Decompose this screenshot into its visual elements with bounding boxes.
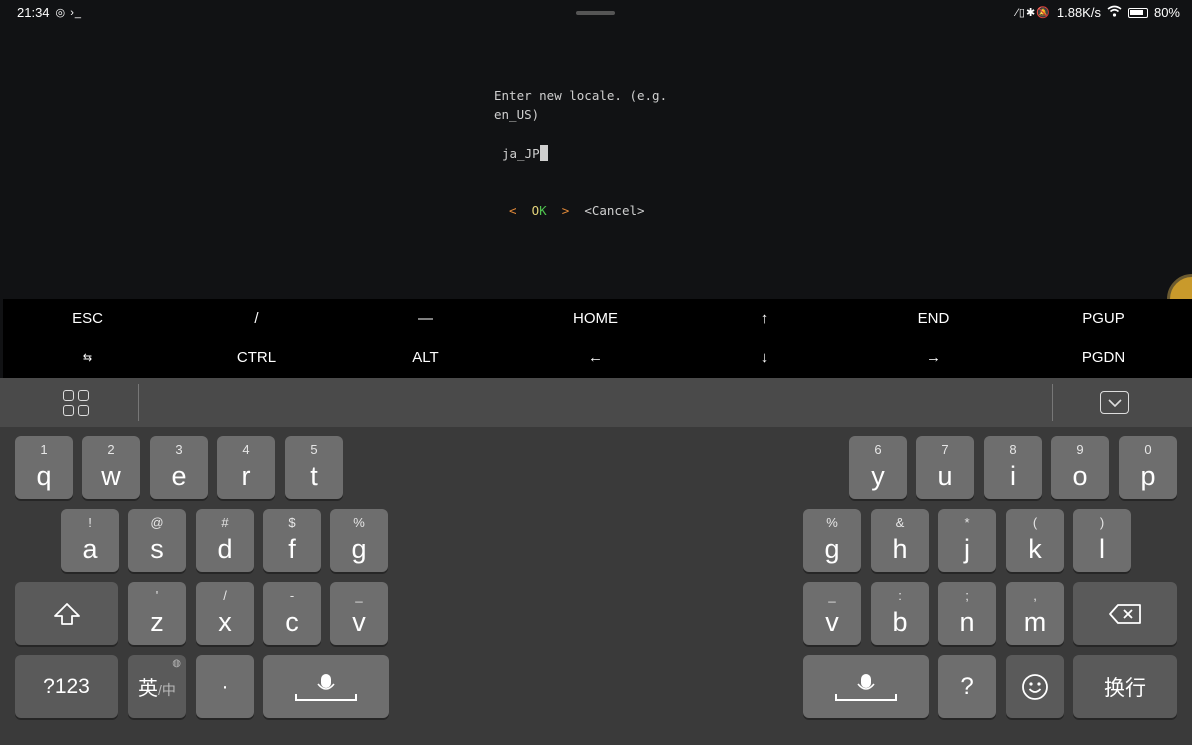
locale-input[interactable]: ja_JP	[502, 145, 548, 161]
extra-key-ctrl[interactable]: CTRL	[172, 338, 341, 377]
key-v-right[interactable]: _ v	[803, 582, 861, 645]
key-m[interactable]: ,m	[1006, 582, 1064, 645]
extra-key-slash[interactable]: /	[172, 299, 341, 338]
key-t[interactable]: 5t	[285, 436, 343, 499]
extra-key-pgup[interactable]: PGUP	[1019, 299, 1188, 338]
shift-key[interactable]	[15, 582, 118, 645]
toolbar-divider	[138, 384, 139, 421]
lang-label: 英	[138, 678, 159, 700]
language-switch-key[interactable]: 英/中 ◍	[128, 655, 186, 718]
prompt-line-1: Enter new locale. (e.g.	[494, 88, 668, 103]
mic-icon	[803, 655, 929, 718]
key-h[interactable]: & h	[871, 509, 929, 572]
extra-key-left[interactable]: ←	[511, 338, 680, 377]
status-left: 21:34 ◎ ›_	[17, 5, 82, 20]
text-cursor	[539, 145, 548, 161]
clock: 21:34	[17, 5, 50, 20]
network-speed: 1.88K/s	[1056, 5, 1101, 20]
lang-sub-label: /中	[158, 681, 176, 698]
key-b[interactable]: :b	[871, 582, 929, 645]
key-g[interactable]: % g	[330, 509, 388, 572]
dot-key[interactable]: ·	[196, 655, 254, 718]
extra-key-up[interactable]: ↑	[680, 299, 849, 338]
key-k[interactable]: (k	[1006, 509, 1064, 572]
signal-bluetooth-mute-icons: ⁄▯✱🔕	[1016, 7, 1051, 19]
key-j[interactable]: * j	[938, 509, 996, 572]
key-n[interactable]: ; n	[938, 582, 996, 645]
wifi-icon	[1107, 5, 1122, 20]
extra-key-esc[interactable]: ESC	[3, 299, 172, 338]
key-z[interactable]: ' z	[128, 582, 186, 645]
cancel-button[interactable]: <Cancel>	[584, 203, 644, 218]
key-u[interactable]: 7u	[916, 436, 974, 499]
hide-keyboard-icon[interactable]	[1100, 391, 1129, 414]
keyboard: 1q 2w 3e 4r 5t 6y 7u 8i 9o 0p ! a @ s # d $…	[0, 427, 1192, 745]
extra-key-down[interactable]: ↓	[680, 338, 849, 377]
enter-key[interactable]: 换行	[1073, 655, 1177, 718]
key-c[interactable]: -c	[263, 582, 321, 645]
backspace-key[interactable]	[1073, 582, 1177, 645]
extra-key-tab[interactable]: ⇆	[3, 338, 172, 377]
prompt-line-2: en_US)	[494, 107, 540, 122]
status-right: ⁄▯✱🔕 1.88K/s 80%	[1016, 5, 1180, 20]
extra-key-alt[interactable]: ALT	[341, 338, 510, 377]
notification-icons: ◎ ›_	[55, 7, 82, 19]
window-drag-handle[interactable]	[576, 11, 615, 15]
ok-button[interactable]: < OK >	[509, 203, 569, 218]
emoji-icon	[1006, 655, 1064, 718]
key-f[interactable]: $ f	[263, 509, 321, 572]
key-y[interactable]: 6y	[849, 436, 907, 499]
locale-input-value: ja_JP	[502, 146, 540, 161]
key-x[interactable]: / x	[196, 582, 254, 645]
extra-key-end[interactable]: END	[849, 299, 1018, 338]
extra-key-home[interactable]: HOME	[511, 299, 680, 338]
key-a[interactable]: ! a	[61, 509, 119, 572]
shift-icon	[15, 582, 118, 645]
key-s[interactable]: @ s	[128, 509, 186, 572]
key-o[interactable]: 9o	[1051, 436, 1109, 499]
apps-grid-icon[interactable]	[63, 390, 89, 416]
key-w[interactable]: 2w	[82, 436, 140, 499]
dialog-buttons: < OK > <Cancel>	[509, 203, 645, 218]
key-v[interactable]: _ v	[330, 582, 388, 645]
mic-icon	[263, 655, 389, 718]
battery-percent: 80%	[1153, 5, 1180, 20]
symbols-key[interactable]: ?123	[15, 655, 118, 718]
space-key-right[interactable]	[803, 655, 929, 718]
key-g-right[interactable]: % g	[803, 509, 861, 572]
status-bar: 21:34 ◎ ›_ ⁄▯✱🔕 1.88K/s 80%	[0, 0, 1192, 26]
key-q[interactable]: 1q	[15, 436, 73, 499]
key-e[interactable]: 3e	[150, 436, 208, 499]
keyboard-toolbar	[0, 378, 1192, 427]
toolbar-divider	[1052, 384, 1053, 421]
extra-key-dash[interactable]: —	[341, 299, 510, 338]
key-d[interactable]: # d	[196, 509, 254, 572]
question-key[interactable]: ?	[938, 655, 996, 718]
terminal-view[interactable]: Enter new locale. (e.g. en_US) ja_JP < O…	[0, 26, 1192, 324]
emoji-key[interactable]	[1006, 655, 1064, 718]
key-p[interactable]: 0p	[1119, 436, 1177, 499]
key-i[interactable]: 8i	[984, 436, 1042, 499]
extra-key-right[interactable]: →	[849, 338, 1018, 377]
extra-keys-bar: ESC / — HOME ↑ END PGUP ⇆ CTRL ALT ← ↓ →…	[3, 299, 1192, 378]
backspace-icon	[1073, 582, 1177, 645]
space-key-left[interactable]	[263, 655, 389, 718]
key-l[interactable]: ) l	[1073, 509, 1131, 572]
extra-key-pgdn[interactable]: PGDN	[1019, 338, 1188, 377]
battery-icon	[1127, 7, 1148, 18]
globe-icon: ◍	[172, 658, 181, 669]
key-r[interactable]: 4r	[217, 436, 275, 499]
